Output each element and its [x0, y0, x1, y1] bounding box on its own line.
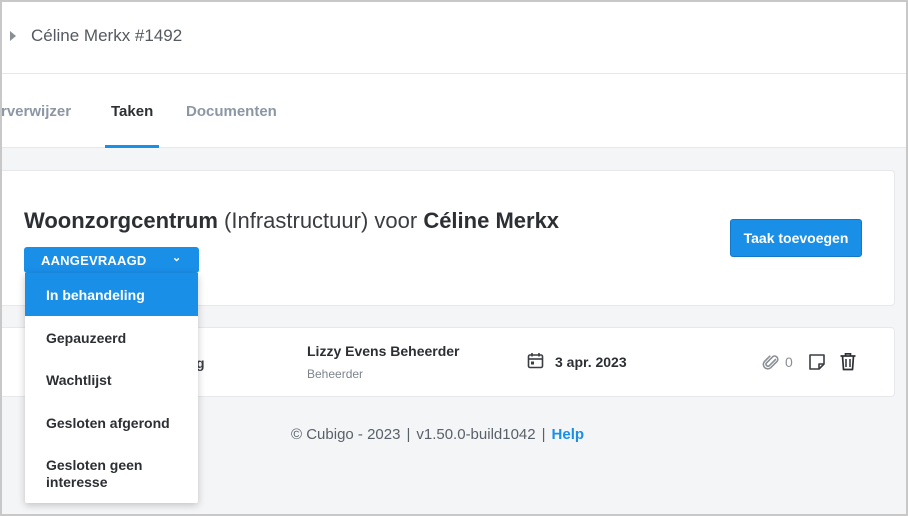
- status-label: AANGEVRAAGD: [41, 253, 147, 268]
- attachment-count: 0: [785, 354, 793, 370]
- assignee-role: Beheerder: [307, 367, 364, 381]
- task-title-service: Woonzorgcentrum: [24, 208, 218, 233]
- caret-right-icon[interactable]: [10, 31, 16, 41]
- status-dropdown-menu: In behandeling Gepauzeerd Wachtlijst Ges…: [25, 273, 198, 503]
- page-title: Céline Merkx #1492: [31, 26, 183, 45]
- footer-separator: |: [406, 426, 411, 443]
- footer: © Cubigo - 2023 | v1.50.0-build1042 | Help: [291, 426, 584, 443]
- footer-copyright: © Cubigo - 2023: [291, 426, 401, 443]
- assignee-name: Lizzy Evens Beheerder: [307, 343, 460, 359]
- trash-icon[interactable]: [839, 352, 857, 371]
- due-date: 3 apr. 2023: [555, 354, 627, 370]
- status-option-gepauzeerd[interactable]: Gepauzeerd: [25, 316, 198, 358]
- active-tab-indicator: [105, 145, 159, 148]
- footer-version: v1.50.0-build1042: [416, 426, 536, 443]
- chevron-down-icon: ⌄: [172, 252, 182, 264]
- status-option-wachtlijst[interactable]: Wachtlijst: [25, 358, 198, 401]
- note-icon[interactable]: [808, 353, 826, 371]
- add-task-button[interactable]: Taak toevoegen: [730, 219, 862, 257]
- status-option-gesloten-geen-interesse[interactable]: Gesloten geen interesse: [25, 443, 198, 501]
- task-title-middle: (Infrastructuur) voor: [217, 208, 424, 233]
- top-bar: Céline Merkx #1492: [2, 2, 906, 74]
- app-frame: Céline Merkx #1492 rverwijzer Taken Docu…: [0, 0, 908, 516]
- status-option-gesloten-afgerond[interactable]: Gesloten afgerond: [25, 401, 198, 443]
- tab-doorverwijzer[interactable]: rverwijzer: [2, 103, 71, 120]
- calendar-icon: [527, 353, 544, 369]
- task-title: Woonzorgcentrum (Infrastructuur) voor Cé…: [24, 208, 559, 234]
- tab-bar: rverwijzer Taken Documenten: [2, 74, 906, 148]
- tab-taken[interactable]: Taken: [111, 103, 153, 120]
- status-dropdown-button[interactable]: AANGEVRAAGD ⌄: [24, 247, 199, 273]
- task-title-client: Céline Merkx: [423, 208, 560, 233]
- tab-documenten[interactable]: Documenten: [186, 103, 277, 120]
- status-option-in-behandeling[interactable]: In behandeling: [25, 273, 198, 316]
- help-link[interactable]: Help: [552, 426, 585, 443]
- footer-separator: |: [541, 426, 546, 443]
- paperclip-icon[interactable]: [762, 353, 780, 371]
